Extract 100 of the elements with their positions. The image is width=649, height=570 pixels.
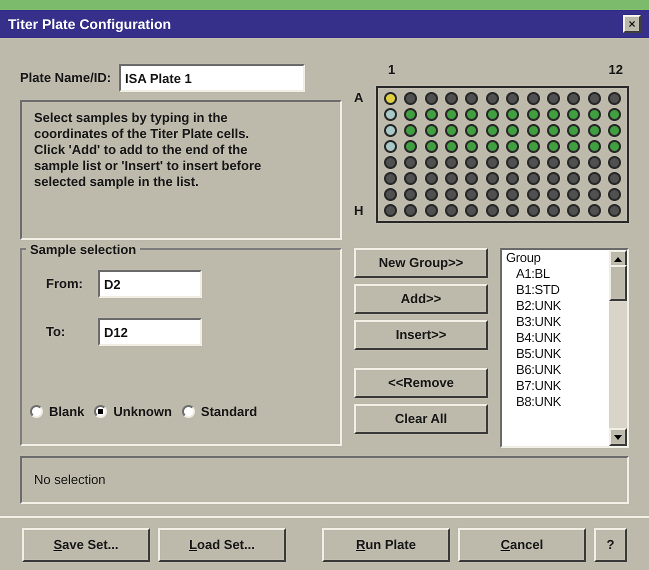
plate-well[interactable] xyxy=(465,188,478,200)
plate-well[interactable] xyxy=(546,172,560,184)
close-button[interactable]: × xyxy=(623,15,641,33)
plate-well[interactable] xyxy=(486,188,499,200)
plate-well[interactable] xyxy=(445,124,458,136)
from-field[interactable]: D2 xyxy=(98,270,202,298)
plate-well[interactable] xyxy=(608,204,621,216)
plate-well[interactable] xyxy=(384,172,397,184)
plate-well[interactable] xyxy=(526,108,540,120)
plate-well[interactable] xyxy=(506,124,520,136)
plate-well[interactable] xyxy=(465,204,478,216)
plate-well[interactable] xyxy=(424,204,438,216)
plate-well[interactable] xyxy=(546,140,560,152)
plate-well[interactable] xyxy=(404,188,418,200)
plate-well[interactable] xyxy=(546,156,560,168)
plate-well[interactable] xyxy=(526,172,540,184)
plate-well[interactable] xyxy=(404,108,418,120)
plate-well[interactable] xyxy=(506,204,520,216)
plate-well[interactable] xyxy=(486,156,499,168)
plate-well[interactable] xyxy=(526,140,540,152)
plate-well[interactable] xyxy=(384,140,397,152)
plate-well[interactable] xyxy=(588,188,601,200)
plate-well[interactable] xyxy=(384,188,397,200)
plate-well[interactable] xyxy=(424,124,438,136)
plate-well[interactable] xyxy=(608,108,621,120)
list-item[interactable]: B5:UNK xyxy=(516,346,605,362)
plate-well[interactable] xyxy=(526,124,540,136)
plate-well[interactable] xyxy=(546,92,560,104)
plate-well[interactable] xyxy=(506,188,520,200)
action-button[interactable]: Insert>> xyxy=(354,320,488,350)
plate-well[interactable] xyxy=(608,156,621,168)
action-button[interactable]: New Group>> xyxy=(354,248,488,278)
plate-well[interactable] xyxy=(384,156,397,168)
plate-well[interactable] xyxy=(567,156,580,168)
plate-well[interactable] xyxy=(404,156,418,168)
plate-well[interactable] xyxy=(506,140,520,152)
plate-well[interactable] xyxy=(546,108,560,120)
plate-well[interactable] xyxy=(486,172,499,184)
plate-well[interactable] xyxy=(465,140,478,152)
plate-well[interactable] xyxy=(424,156,438,168)
radio-option[interactable]: Unknown xyxy=(94,402,172,422)
plate-well[interactable] xyxy=(526,204,540,216)
plate-well[interactable] xyxy=(608,172,621,184)
plate-well[interactable] xyxy=(567,124,580,136)
plate-well[interactable] xyxy=(486,108,499,120)
plate-well[interactable] xyxy=(546,188,560,200)
list-item[interactable]: B4:UNK xyxy=(516,330,605,346)
plate-well[interactable] xyxy=(445,156,458,168)
plate-well[interactable] xyxy=(526,188,540,200)
list-item[interactable]: B1:STD xyxy=(516,282,605,298)
plate-well[interactable] xyxy=(404,124,418,136)
sample-list[interactable]: Group A1:BL B1:STD B2:UNK B3:UNK B4:UNK B5:UNK B6:UNK B7:UNK B8:UNK xyxy=(500,248,629,448)
list-item[interactable]: B2:UNK xyxy=(516,298,605,314)
plate-well[interactable] xyxy=(445,172,458,184)
plate-well[interactable] xyxy=(424,108,438,120)
dialog-button[interactable]: Run Plate xyxy=(322,528,450,562)
plate-well[interactable] xyxy=(424,92,438,104)
radio-option[interactable]: Blank xyxy=(30,402,84,422)
plate-well[interactable] xyxy=(465,124,478,136)
plate-well[interactable] xyxy=(567,108,580,120)
plate-name-field[interactable]: ISA Plate 1 xyxy=(119,64,306,92)
plate-well[interactable] xyxy=(404,92,418,104)
plate-well[interactable] xyxy=(608,92,621,104)
list-item[interactable]: B3:UNK xyxy=(516,314,605,330)
plate-well[interactable] xyxy=(445,140,458,152)
list-item[interactable]: B7:UNK xyxy=(516,378,605,394)
plate-well[interactable] xyxy=(486,204,499,216)
dialog-button[interactable]: Load Set... xyxy=(158,528,286,562)
to-field[interactable]: D12 xyxy=(98,318,202,346)
plate-well[interactable] xyxy=(588,140,601,152)
list-item[interactable]: A1:BL xyxy=(516,266,605,282)
plate-well[interactable] xyxy=(465,172,478,184)
plate-well[interactable] xyxy=(567,92,580,104)
list-item[interactable]: B6:UNK xyxy=(516,362,605,378)
plate-well[interactable] xyxy=(506,92,520,104)
plate-well[interactable] xyxy=(404,172,418,184)
plate-well[interactable] xyxy=(404,204,418,216)
plate-well[interactable] xyxy=(445,204,458,216)
plate-well[interactable] xyxy=(588,156,601,168)
plate-well[interactable] xyxy=(588,108,601,120)
plate-well[interactable] xyxy=(588,92,601,104)
list-item[interactable]: B8:UNK xyxy=(516,394,605,410)
dialog-button[interactable]: Cancel xyxy=(458,528,586,562)
plate-well[interactable] xyxy=(608,140,621,152)
plate-well[interactable] xyxy=(445,188,458,200)
plate-well[interactable] xyxy=(567,140,580,152)
plate-well[interactable] xyxy=(608,124,621,136)
action-button[interactable]: Clear All xyxy=(354,404,488,434)
plate-well[interactable] xyxy=(506,108,520,120)
plate-well[interactable] xyxy=(546,204,560,216)
plate-well[interactable] xyxy=(608,188,621,200)
plate-well[interactable] xyxy=(588,124,601,136)
plate-well[interactable] xyxy=(567,188,580,200)
scrollbar-thumb[interactable] xyxy=(609,265,627,301)
plate-well[interactable] xyxy=(486,124,499,136)
radio-option[interactable]: Standard xyxy=(182,402,258,422)
plate-well[interactable] xyxy=(445,92,458,104)
plate-well[interactable] xyxy=(384,92,397,104)
scrollbar[interactable] xyxy=(609,250,627,446)
plate-well[interactable] xyxy=(588,172,601,184)
